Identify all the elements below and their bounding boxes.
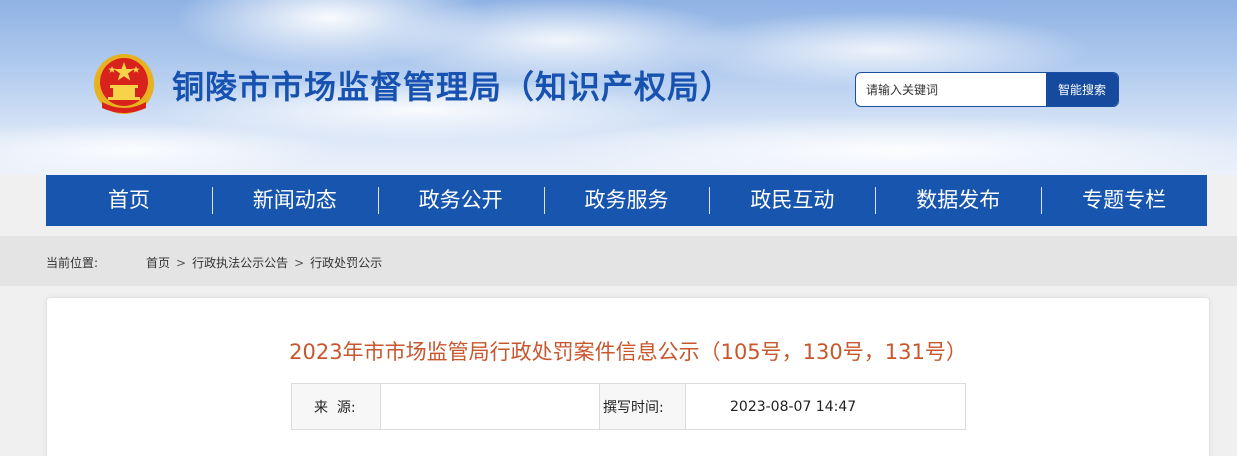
- search-button[interactable]: 智能搜索: [1046, 73, 1118, 106]
- nav-item-interaction[interactable]: 政民互动: [709, 175, 875, 226]
- nav-item-home[interactable]: 首页: [46, 175, 212, 226]
- nav-item-gov-service[interactable]: 政务服务: [543, 175, 710, 226]
- breadcrumb-separator: >: [176, 256, 187, 270]
- site-title: 铜陵市市场监督管理局（知识产权局）: [172, 68, 734, 106]
- main-nav: 首页 新闻动态 政务公开 政务服务 政民互动 数据发布 专题专栏: [46, 175, 1207, 226]
- nav-item-gov-info[interactable]: 政务公开: [377, 175, 544, 226]
- national-emblem-icon: [94, 54, 154, 114]
- time-label: 撰写时间:: [599, 384, 686, 429]
- search-input[interactable]: [856, 73, 1046, 106]
- breadcrumb-bar: 当前位置: 首页 > 行政执法公示公告 > 行政处罚公示: [0, 236, 1237, 286]
- breadcrumb-home-link[interactable]: 首页: [146, 256, 170, 270]
- article-panel: 2023年市市场监管局行政处罚案件信息公示（105号，130号，131号） 来 …: [46, 297, 1210, 456]
- source-label: 来 源:: [292, 384, 381, 429]
- nav-item-data-release[interactable]: 数据发布: [875, 175, 1041, 226]
- breadcrumb-enforcement-link[interactable]: 行政执法公示公告: [192, 256, 288, 270]
- source-value: [381, 384, 599, 429]
- breadcrumb: 首页 > 行政执法公示公告 > 行政处罚公示: [146, 254, 382, 271]
- nav-item-news[interactable]: 新闻动态: [211, 175, 378, 226]
- article-meta-table: 来 源: 撰写时间: 2023-08-07 14:47: [291, 383, 966, 430]
- header-banner: 铜陵市市场监督管理局（知识产权局） 智能搜索: [0, 0, 1237, 175]
- time-value: 2023-08-07 14:47: [730, 398, 857, 415]
- search-box: 智能搜索: [855, 72, 1119, 107]
- breadcrumb-label: 当前位置:: [46, 256, 99, 270]
- article-title: 2023年市市场监管局行政处罚案件信息公示（105号，130号，131号）: [289, 340, 967, 364]
- nav-item-topics[interactable]: 专题专栏: [1041, 175, 1207, 226]
- breadcrumb-separator: >: [294, 256, 305, 270]
- breadcrumb-penalty-link[interactable]: 行政处罚公示: [310, 256, 382, 270]
